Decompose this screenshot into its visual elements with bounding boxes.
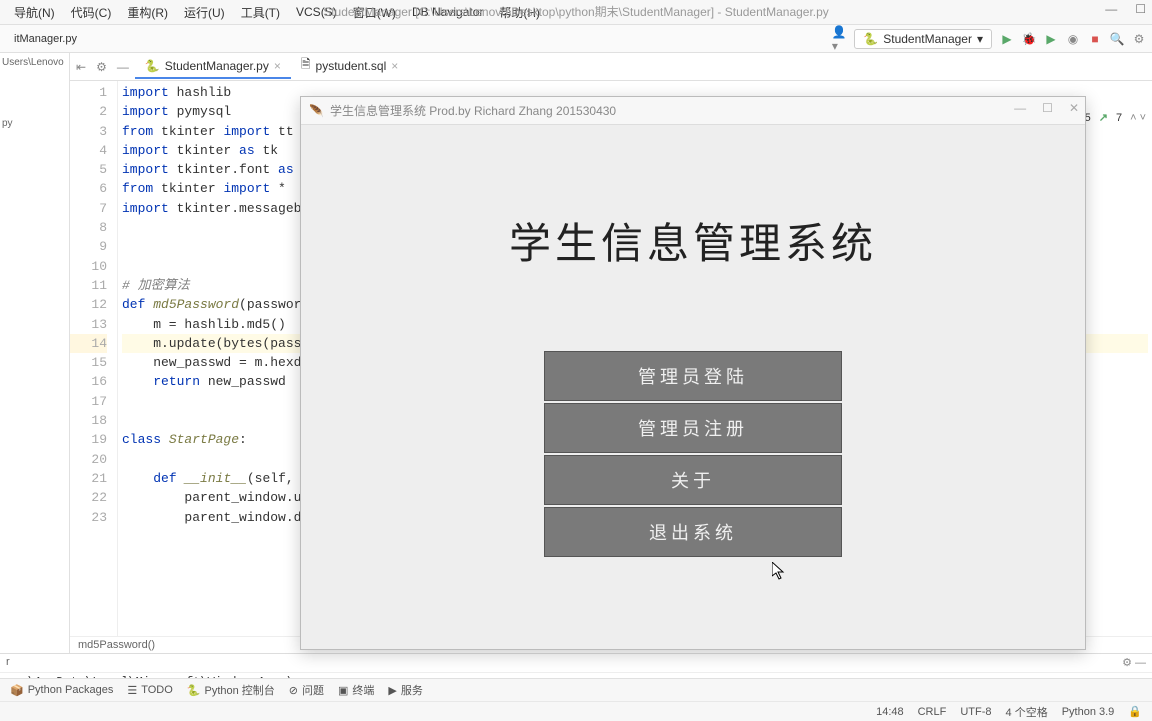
profile-icon[interactable]: ◉	[1066, 32, 1080, 46]
tab-terminal[interactable]: ▣ 终端	[338, 682, 374, 698]
close-icon[interactable]: ×	[391, 59, 398, 73]
run-icon[interactable]: ▶	[1000, 32, 1014, 46]
settings-icon[interactable]: ⚙	[1132, 32, 1146, 46]
project-collapse-icon[interactable]: ⇤	[70, 60, 92, 74]
line-gutter: 1234567891011121314151617181920212223	[70, 81, 118, 636]
coverage-icon[interactable]: ▶	[1044, 32, 1058, 46]
menu-help[interactable]: 帮助(H)	[491, 1, 548, 24]
problems-icon: ⊘	[289, 684, 298, 697]
run-config-selector[interactable]: 🐍 StudentManager ▾	[854, 29, 992, 49]
tk-minimize-icon[interactable]: —	[1014, 101, 1026, 115]
close-icon[interactable]: ×	[274, 59, 281, 73]
menu-vcs[interactable]: VCS(S)	[288, 2, 345, 22]
tab-services[interactable]: ▶ 服务	[388, 682, 422, 698]
tab-python-packages[interactable]: 📦 Python Packages	[10, 684, 113, 697]
window-maximize-icon[interactable]: ☐	[1135, 2, 1146, 16]
tab-studentmanager[interactable]: 🐍 StudentManager.py ×	[135, 55, 291, 79]
tkinter-title-text: 学生信息管理系统 Prod.by Richard Zhang 201530430	[330, 102, 616, 119]
tkinter-title-bar[interactable]: 🪶 学生信息管理系统 Prod.by Richard Zhang 2015304…	[301, 97, 1085, 125]
admin-register-button[interactable]: 管理员注册	[544, 403, 842, 453]
python-file-icon: 🐍	[145, 59, 160, 73]
search-icon[interactable]: 🔍	[1110, 32, 1124, 46]
window-minimize-icon[interactable]: —	[1105, 2, 1117, 16]
tab-pystudent-sql[interactable]: 🗎 pystudent.sql ×	[291, 51, 408, 82]
run-config-label: StudentManager	[883, 32, 972, 46]
status-indent[interactable]: 4 个空格	[1006, 704, 1048, 720]
status-lock-icon[interactable]: 🔒	[1128, 705, 1142, 718]
admin-login-button[interactable]: 管理员登陆	[544, 351, 842, 401]
chevron-down-icon: ▾	[977, 32, 983, 46]
stop-icon[interactable]: ■	[1088, 32, 1102, 46]
chevron-icon: ˄ ˅	[1130, 112, 1146, 124]
user-icon[interactable]: 👤▾	[832, 32, 846, 46]
tkinter-app-window[interactable]: 🪶 学生信息管理系统 Prod.by Richard Zhang 2015304…	[300, 96, 1086, 650]
project-pane[interactable]: Users\Lenovo py	[0, 53, 70, 653]
python-icon: 🐍	[863, 32, 878, 46]
menu-run[interactable]: 运行(U)	[176, 1, 233, 24]
exit-button[interactable]: 退出系统	[544, 507, 842, 557]
tab-label: pystudent.sql	[316, 59, 387, 73]
console-tab-bar: r ⚙ —	[0, 653, 1152, 673]
console-tab[interactable]: r	[6, 656, 10, 670]
tk-feather-icon: 🪶	[309, 104, 324, 118]
tab-label: StudentManager.py	[165, 59, 269, 73]
package-icon: 📦	[10, 684, 24, 697]
menu-nav[interactable]: 导航(N)	[6, 1, 63, 24]
menu-refactor[interactable]: 重构(R)	[119, 1, 176, 24]
status-position[interactable]: 14:48	[876, 706, 904, 718]
check-icon: ↗	[1099, 111, 1108, 124]
menu-window[interactable]: 窗口(W)	[345, 1, 404, 24]
sql-file-icon: 🗎	[301, 55, 311, 76]
app-heading: 学生信息管理系统	[331, 210, 1055, 271]
status-python[interactable]: Python 3.9	[1062, 706, 1115, 718]
console-gear-icon[interactable]: ⚙	[1122, 657, 1132, 669]
menu-dbnavigator[interactable]: DB Navigator	[404, 2, 491, 22]
project-path-1: Users\Lenovo	[2, 57, 67, 68]
console-collapse-icon[interactable]: —	[1135, 657, 1146, 669]
tab-todo[interactable]: ☰ TODO	[127, 684, 172, 697]
gear-icon[interactable]: ⚙	[92, 60, 111, 74]
bottom-bar: 📦 Python Packages ☰ TODO 🐍 Python 控制台 ⊘ …	[0, 678, 1152, 720]
toolbar: itManager.py 👤▾ 🐍 StudentManager ▾ ▶ 🐞 ▶…	[0, 25, 1152, 53]
main-menu-bar: 导航(N) 代码(C) 重构(R) 运行(U) 工具(T) VCS(S) 窗口(…	[0, 0, 1152, 25]
tab-python-console[interactable]: 🐍 Python 控制台	[187, 682, 275, 698]
status-eol[interactable]: CRLF	[918, 706, 947, 718]
breadcrumb-file[interactable]: itManager.py	[6, 30, 85, 48]
project-path-2: py	[2, 118, 67, 129]
collapse-icon[interactable]: —	[111, 60, 135, 74]
menu-tools[interactable]: 工具(T)	[233, 1, 288, 24]
terminal-icon: ▣	[338, 684, 348, 697]
tk-maximize-icon[interactable]: ☐	[1042, 101, 1053, 115]
debug-icon[interactable]: 🐞	[1022, 32, 1036, 46]
tab-problems[interactable]: ⊘ 问题	[289, 682, 324, 698]
status-encoding[interactable]: UTF-8	[960, 706, 991, 718]
status-bar: 14:48 CRLF UTF-8 4 个空格 Python 3.9 🔒	[0, 701, 1152, 721]
menu-code[interactable]: 代码(C)	[63, 1, 120, 24]
python-icon: 🐍	[187, 684, 201, 697]
tkinter-body: 学生信息管理系统 管理员登陆 管理员注册 关于 退出系统	[301, 125, 1085, 587]
todo-icon: ☰	[127, 684, 137, 697]
services-icon: ▶	[388, 684, 396, 697]
editor-tabs: ⇤ ⚙ — 🐍 StudentManager.py × 🗎 pystudent.…	[70, 53, 1152, 81]
about-button[interactable]: 关于	[544, 455, 842, 505]
typo-count: 7	[1116, 112, 1122, 124]
tk-close-icon[interactable]: ✕	[1069, 101, 1079, 115]
